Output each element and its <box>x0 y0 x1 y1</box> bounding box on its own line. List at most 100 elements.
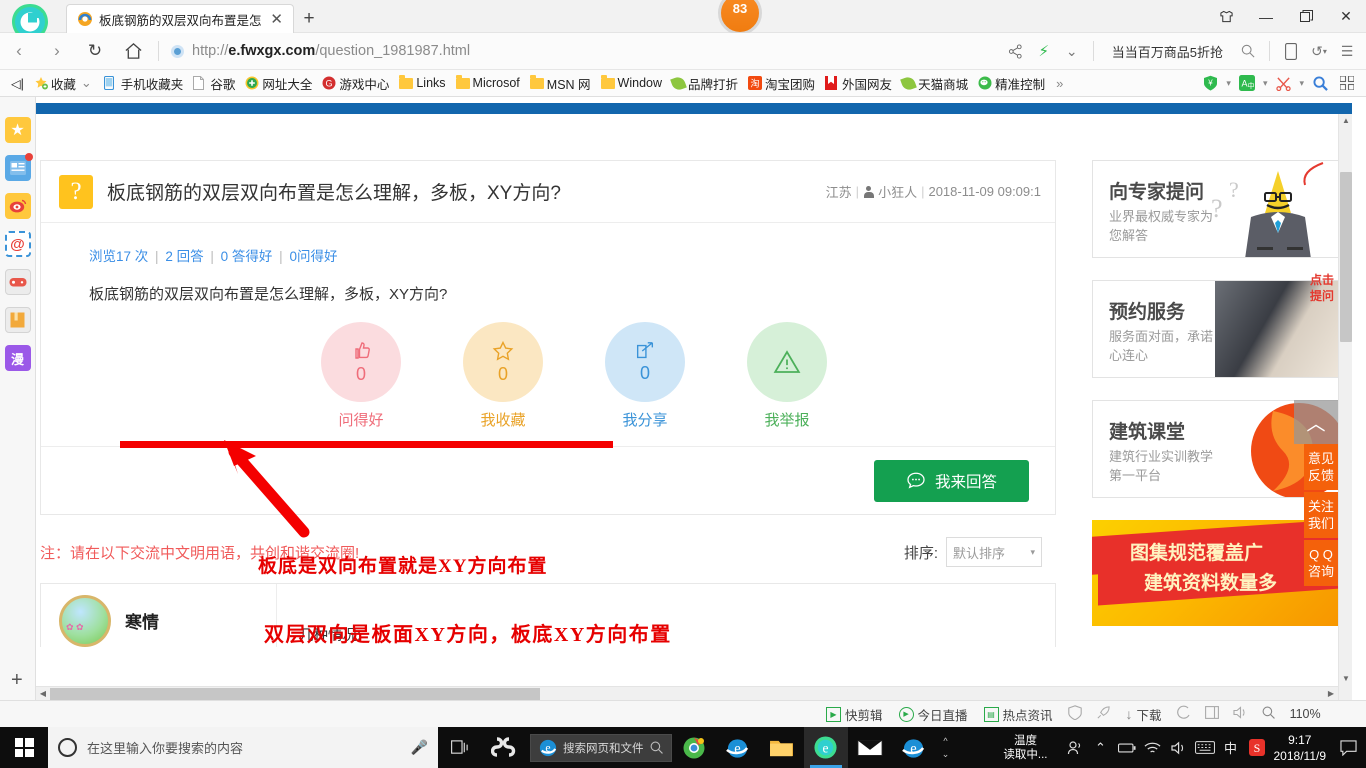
lightning-icon[interactable]: ⚡ <box>1031 37 1057 65</box>
back-button[interactable]: ‹ <box>0 34 38 68</box>
home-button[interactable] <box>114 34 152 68</box>
keyboard-icon[interactable] <box>1192 727 1218 768</box>
bookmark-google[interactable]: 谷歌 <box>188 72 240 94</box>
bookmark-window[interactable]: Window <box>596 72 667 94</box>
microphone-icon[interactable]: 🎤 <box>411 739 428 756</box>
status-download[interactable]: ↓ 下载 <box>1118 705 1170 724</box>
stat-answers[interactable]: 2 回答 <box>165 249 203 264</box>
bookmark-foreign-friends[interactable]: 外国网友 <box>820 72 897 94</box>
chevron-down-icon[interactable]: ⌄ <box>79 75 94 91</box>
action-report[interactable]: 我举报 <box>747 322 827 430</box>
ie-search-box[interactable]: e 搜索网页和文件 <box>530 733 672 762</box>
horizontal-scroll-thumb[interactable] <box>50 688 540 700</box>
sort-select[interactable]: 默认排序 ▾ <box>946 537 1042 567</box>
answer-author-name[interactable]: 寒情 <box>125 608 159 633</box>
ie-icon[interactable]: e <box>716 727 760 768</box>
restore-button[interactable] <box>1286 0 1326 33</box>
start-button[interactable] <box>0 727 48 768</box>
cortana-search-box[interactable]: 在这里输入你要搜索的内容 🎤 <box>48 727 438 768</box>
notification-icon[interactable] <box>1334 727 1362 768</box>
rocket-icon[interactable] <box>1089 705 1118 723</box>
bookmark-microsoft[interactable]: Microsof <box>451 72 525 94</box>
action-share[interactable]: 0 我分享 <box>605 322 685 430</box>
action-praise[interactable]: 0 问得好 <box>321 322 401 430</box>
bookmark-precise-control[interactable]: 精准控制 <box>973 72 1050 94</box>
stat-good-answers[interactable]: 0 答得好 <box>221 249 273 264</box>
ad-ask-expert[interactable]: 向专家提问 业界最权威专家为您解答 ? ? <box>1092 160 1344 258</box>
close-button[interactable]: ✕ <box>1326 0 1366 33</box>
scroll-down-arrow[interactable]: ▼ <box>1339 672 1352 686</box>
sidebar-item-email[interactable]: @ <box>4 231 31 257</box>
cortana-swirl-icon[interactable] <box>482 727 526 768</box>
weather-widget[interactable]: 温度 读取中... <box>989 734 1061 762</box>
chrome-icon[interactable] <box>672 727 716 768</box>
answer-button[interactable]: 我来回答 <box>874 459 1029 502</box>
scroll-right-arrow[interactable]: ▶ <box>1324 687 1338 700</box>
sidebar-item-news[interactable] <box>4 153 33 181</box>
skin-button[interactable] <box>1206 0 1246 33</box>
task-view-button[interactable] <box>438 727 482 768</box>
update-badge[interactable]: 83 <box>718 0 762 35</box>
taskbar-scroll-arrows[interactable]: ^ ⌄ <box>936 727 956 768</box>
volume-icon[interactable] <box>1166 727 1192 768</box>
sogou-icon[interactable]: S <box>1244 727 1270 768</box>
browser-tab[interactable]: 板底钢筋的双层双向布置是怎么理 ✕ <box>66 4 294 33</box>
bookmark-tmall[interactable]: 天猫商城 <box>897 72 973 94</box>
mobile-icon[interactable] <box>1278 37 1304 65</box>
action-favorite[interactable]: 0 我收藏 <box>463 322 543 430</box>
sidebar-add-button[interactable]: + <box>11 669 23 692</box>
bookmarks-overflow-icon[interactable]: » <box>1050 76 1069 91</box>
bookmark-taobao-group[interactable]: 淘 淘宝团购 <box>743 72 820 94</box>
chevron-down-icon[interactable]: ⌄ <box>1059 37 1085 65</box>
sidebar-item-games[interactable] <box>4 269 31 295</box>
browser-360-icon[interactable]: e <box>803 727 848 768</box>
sound-icon[interactable] <box>1226 706 1255 722</box>
sidebar-item-favorites[interactable]: ★ <box>4 117 31 143</box>
bookmarks-back-icon[interactable]: ◁| <box>6 72 29 94</box>
battery-icon[interactable] <box>1114 727 1140 768</box>
bookmark-hao123[interactable]: 网址大全 <box>240 72 317 94</box>
address-bar[interactable]: http://e.fwxgx.com/question_1981987.html <box>165 34 1003 68</box>
bookmark-msn[interactable]: MSN 网 <box>525 72 596 94</box>
sidebar-item-comic[interactable]: 漫 <box>4 345 31 371</box>
chevron-down-icon[interactable]: ▾ <box>1261 78 1270 89</box>
translate-icon[interactable]: A中 <box>1234 69 1260 97</box>
apps-icon[interactable] <box>1334 69 1360 97</box>
chevron-down-icon[interactable]: ▾ <box>1224 78 1233 89</box>
scroll-left-arrow[interactable]: ◀ <box>36 687 50 700</box>
feedback-button[interactable]: 意见 反馈 <box>1304 444 1338 490</box>
chevron-down-icon[interactable]: ▾ <box>1297 78 1306 89</box>
qq-consult-button[interactable]: Q Q 咨询 <box>1304 540 1338 586</box>
bookmark-favorites[interactable]: 收藏 ⌄ <box>29 72 99 94</box>
zoom-level[interactable]: 110% <box>1282 707 1331 721</box>
status-quick-clip[interactable]: ▶ 快剪辑 <box>818 705 891 724</box>
scissors-icon[interactable] <box>1270 69 1296 97</box>
bookmark-game-center[interactable]: G 游戏中心 <box>317 72 394 94</box>
magnifier-icon[interactable] <box>1307 69 1333 97</box>
new-tab-button[interactable]: + <box>294 5 324 33</box>
stat-views[interactable]: 浏览17 次 <box>89 249 148 264</box>
wifi-icon[interactable] <box>1140 727 1166 768</box>
scroll-up-arrow[interactable]: ▲ <box>1339 114 1352 128</box>
share-icon[interactable] <box>1003 37 1029 65</box>
bookmark-mobile-favorites[interactable]: 手机收藏夹 <box>99 72 189 94</box>
tab-close-icon[interactable]: ✕ <box>268 12 285 27</box>
stat-good-questions[interactable]: 0问得好 <box>289 249 337 264</box>
people-icon[interactable] <box>1062 727 1088 768</box>
shield-gray-icon[interactable] <box>1061 705 1089 723</box>
search-icon[interactable] <box>1255 706 1282 722</box>
vertical-scroll-thumb[interactable] <box>1340 172 1352 342</box>
page-vertical-scrollbar[interactable]: ▲ ▼ <box>1338 114 1352 700</box>
minimize-button[interactable]: — <box>1246 0 1286 33</box>
menu-icon[interactable]: ☰ <box>1334 37 1360 65</box>
ime-cn-icon[interactable]: 中 <box>1218 727 1244 768</box>
avatar[interactable] <box>59 594 111 647</box>
promo-text[interactable]: 当当百万商品5折抢 <box>1102 42 1233 61</box>
mail-icon[interactable] <box>848 727 892 768</box>
status-live-today[interactable]: ▶ 今日直播 <box>891 705 976 724</box>
ad-appointment-service[interactable]: 预约服务 服务面对面，承诺心连心 <box>1092 280 1344 378</box>
reload-button[interactable]: ↻ <box>76 34 114 68</box>
sidebar-item-book[interactable] <box>4 307 31 333</box>
explorer-icon[interactable] <box>760 727 804 768</box>
window-icon[interactable] <box>1198 706 1226 722</box>
